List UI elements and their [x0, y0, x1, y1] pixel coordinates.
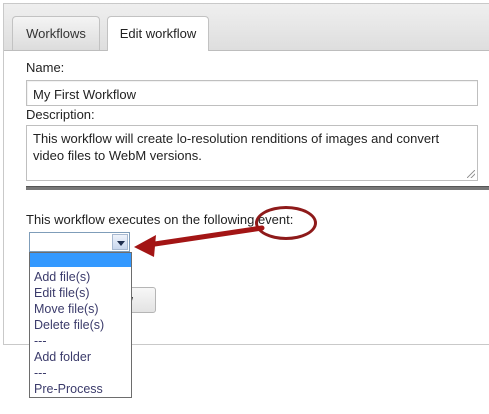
annotation-arrow-icon	[134, 225, 265, 257]
